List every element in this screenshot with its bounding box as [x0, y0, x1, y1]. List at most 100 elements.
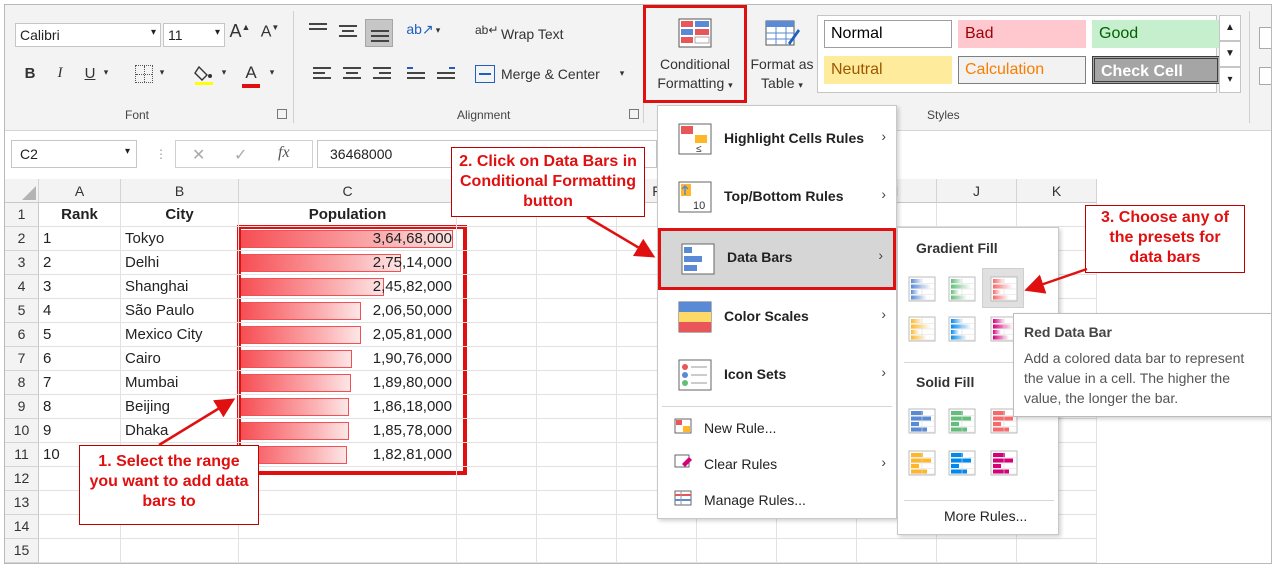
cell[interactable] [457, 371, 537, 395]
solid-blue-data-bar-icon[interactable] [908, 408, 936, 434]
chevron-down-icon[interactable]: ▾ [219, 67, 229, 78]
row-header[interactable]: 9 [5, 395, 39, 419]
cells-group-edge[interactable] [1259, 27, 1271, 49]
cell[interactable] [697, 539, 777, 563]
cell-style-0[interactable]: Normal [824, 20, 952, 48]
population-cell[interactable]: 2,45,82,000 [239, 275, 457, 299]
borders-icon[interactable] [135, 65, 153, 83]
format-as-table-button[interactable]: Format as Table ▾ [747, 11, 817, 101]
cf-menu-item-0[interactable]: ≤ Highlight Cells Rules › [658, 110, 896, 168]
row-header[interactable]: 2 [5, 227, 39, 251]
cell[interactable] [537, 467, 617, 491]
bold-button[interactable]: B [21, 65, 39, 82]
cf-menu-item-1[interactable]: 10 Top/Bottom Rules › [658, 168, 896, 226]
cell[interactable] [537, 419, 617, 443]
cells-group-edge[interactable] [1259, 67, 1271, 85]
solid-green-data-bar-icon[interactable] [948, 408, 976, 434]
cell[interactable] [617, 539, 697, 563]
city-cell[interactable]: Cairo [121, 347, 239, 371]
solid-light-blue-data-bar-icon[interactable] [948, 450, 976, 476]
population-cell[interactable]: 2,05,81,000 [239, 323, 457, 347]
cell[interactable] [857, 539, 937, 563]
population-cell[interactable]: 2,06,50,000 [239, 299, 457, 323]
cell[interactable] [777, 539, 857, 563]
cell[interactable] [537, 491, 617, 515]
column-header-c[interactable]: C [239, 179, 457, 203]
align-right-icon[interactable] [373, 67, 391, 81]
cell[interactable] [537, 515, 617, 539]
cell[interactable] [457, 419, 537, 443]
cell[interactable] [457, 227, 537, 251]
decrease-indent-icon[interactable] [407, 67, 425, 81]
gradient-orange-data-bar-icon[interactable] [908, 316, 936, 342]
enter-icon[interactable]: ✓ [234, 145, 247, 165]
italic-button[interactable]: I [51, 65, 69, 82]
cell[interactable] [239, 539, 457, 563]
cell-style-2[interactable]: Good [1092, 20, 1220, 48]
city-cell[interactable]: Mumbai [121, 371, 239, 395]
cell[interactable] [1017, 539, 1097, 563]
column-header-j[interactable]: J [937, 179, 1017, 203]
cell[interactable] [39, 539, 121, 563]
font-color-button[interactable]: A [241, 63, 261, 88]
row-header[interactable]: 8 [5, 371, 39, 395]
cell-style-1[interactable]: Bad [958, 20, 1086, 48]
align-left-icon[interactable] [313, 67, 331, 81]
cell[interactable] [457, 251, 537, 275]
cell[interactable] [537, 371, 617, 395]
header-cell[interactable]: Population [239, 203, 457, 227]
cell-style-5[interactable]: Check Cell [1092, 56, 1220, 84]
row-header[interactable]: 15 [5, 539, 39, 563]
city-cell[interactable]: Tokyo [121, 227, 239, 251]
wrap-text-icon[interactable]: ab↵ [475, 23, 498, 43]
cell[interactable] [457, 443, 537, 467]
cell[interactable] [457, 347, 537, 371]
chevron-down-icon[interactable]: ▾ [101, 67, 111, 78]
gradient-green-data-bar-icon[interactable] [948, 276, 976, 302]
cf-menu-item-2[interactable]: Data Bars › [658, 228, 896, 290]
row-header[interactable]: 6 [5, 323, 39, 347]
chevron-down-icon[interactable]: ▾ [617, 68, 627, 79]
row-header[interactable]: 11 [5, 443, 39, 467]
solid-purple-data-bar-icon[interactable] [990, 450, 1018, 476]
underline-button[interactable]: U [81, 65, 99, 82]
merge-center-icon[interactable] [475, 65, 495, 83]
rank-cell[interactable]: 8 [39, 395, 121, 419]
cell[interactable] [457, 395, 537, 419]
rank-cell[interactable]: 2 [39, 251, 121, 275]
cell[interactable] [239, 491, 457, 515]
row-header[interactable]: 12 [5, 467, 39, 491]
font-dialog-launcher-icon[interactable] [277, 109, 287, 119]
city-cell[interactable]: Dhaka [121, 419, 239, 443]
solid-orange-data-bar-icon[interactable] [908, 450, 936, 476]
alignment-dialog-launcher-icon[interactable] [629, 109, 639, 119]
shrink-font-button[interactable]: A▼ [259, 23, 281, 41]
styles-more-icon[interactable]: ▾ [1219, 67, 1241, 93]
orientation-button[interactable]: ab↗ [405, 21, 435, 38]
population-cell[interactable]: 1,85,78,000 [239, 419, 457, 443]
middle-align-icon[interactable] [339, 25, 357, 39]
wrap-text-button[interactable]: Wrap Text [501, 26, 564, 42]
font-name-combo[interactable]: Calibri ▾ [15, 23, 161, 47]
population-cell[interactable]: 3,64,68,000 [239, 227, 457, 251]
cell[interactable] [937, 539, 1017, 563]
city-cell[interactable]: Mexico City [121, 323, 239, 347]
population-cell[interactable]: 2,75,14,000 [239, 251, 457, 275]
cf-menu-item-4[interactable]: Icon Sets › [658, 346, 896, 404]
cell[interactable] [457, 491, 537, 515]
column-header-a[interactable]: A [39, 179, 121, 203]
gradient-blue-data-bar-icon[interactable] [908, 276, 936, 302]
cell[interactable] [537, 539, 617, 563]
cell[interactable] [239, 515, 457, 539]
city-cell[interactable]: Delhi [121, 251, 239, 275]
bottom-align-button[interactable] [365, 19, 393, 47]
column-header-b[interactable]: B [121, 179, 239, 203]
cell[interactable] [537, 299, 617, 323]
cell[interactable] [537, 251, 617, 275]
city-cell[interactable]: Beijing [121, 395, 239, 419]
styles-scroll-down-icon[interactable]: ▼ [1219, 41, 1241, 67]
cell[interactable] [121, 539, 239, 563]
chevron-down-icon[interactable]: ▾ [267, 67, 277, 78]
row-header[interactable]: 13 [5, 491, 39, 515]
rank-cell[interactable]: 1 [39, 227, 121, 251]
